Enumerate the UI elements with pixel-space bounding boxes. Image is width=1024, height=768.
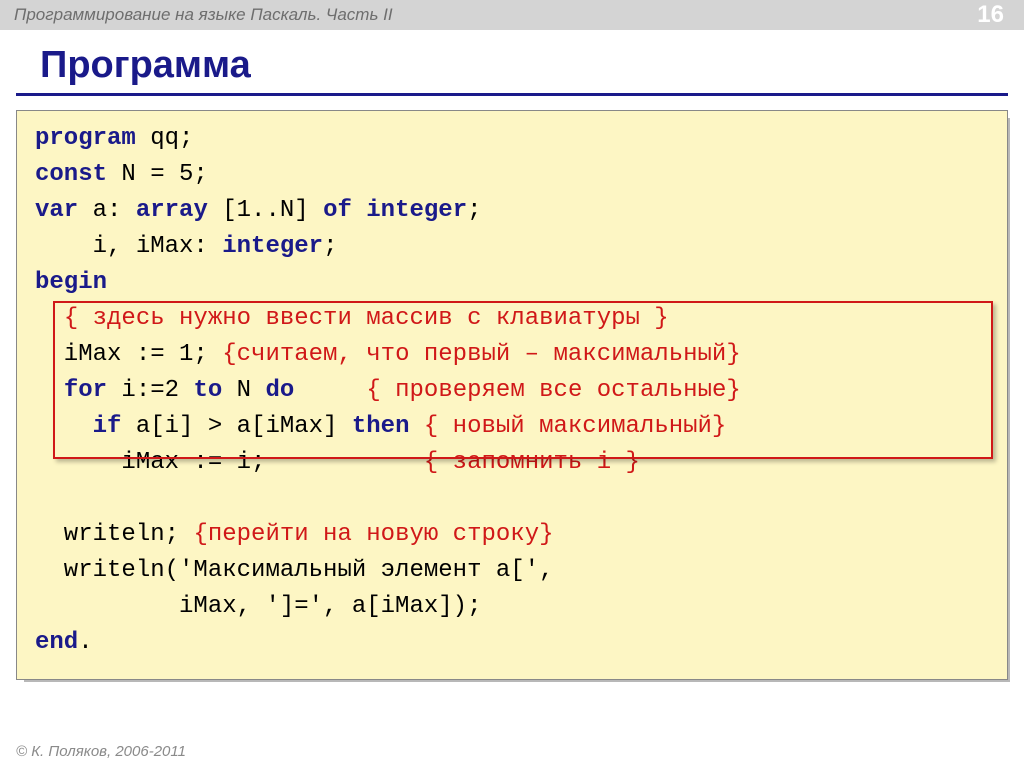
kw-of: of	[323, 197, 352, 224]
code-text: [1..N]	[208, 197, 323, 224]
kw-var: var	[35, 197, 78, 224]
comment: { проверяем все остальные}	[366, 377, 740, 404]
kw-if: if	[93, 413, 122, 440]
code-text	[35, 305, 64, 332]
code-content: program qq; const N = 5; var a: array [1…	[35, 121, 989, 661]
code-text: writeln('Максимальный элемент a[',	[35, 557, 553, 584]
code-text: qq;	[136, 125, 194, 152]
code-text: ;	[323, 233, 337, 260]
footer-copyright: © К. Поляков, 2006-2011	[16, 743, 186, 760]
kw-integer: integer	[366, 197, 467, 224]
kw-do: do	[265, 377, 294, 404]
comment: { здесь нужно ввести массив с клавиатуры…	[64, 305, 669, 332]
slide-title: Программа	[0, 30, 1024, 93]
code-text	[35, 377, 64, 404]
code-text: ;	[467, 197, 481, 224]
title-underline	[16, 93, 1008, 96]
code-text: i, iMax:	[35, 233, 222, 260]
comment: {перейти на новую строку}	[193, 521, 553, 548]
code-text: iMax := 1;	[35, 341, 222, 368]
kw-const: const	[35, 161, 107, 188]
comment: { запомнить i }	[424, 449, 640, 476]
kw-for: for	[64, 377, 107, 404]
code-box-wrap: program qq; const N = 5; var a: array [1…	[16, 110, 1008, 680]
kw-begin: begin	[35, 269, 107, 296]
slide: Программирование на языке Паскаль. Часть…	[0, 0, 1024, 768]
code-text	[352, 197, 366, 224]
kw-integer: integer	[222, 233, 323, 260]
code-text	[294, 377, 366, 404]
code-text: i:=2	[107, 377, 193, 404]
code-text	[35, 413, 93, 440]
code-text: iMax, ']=', a[iMax]);	[35, 593, 481, 620]
course-title: Программирование на языке Паскаль. Часть…	[14, 5, 393, 25]
code-text: .	[78, 629, 92, 656]
code-text: a[i] > a[iMax]	[121, 413, 351, 440]
kw-end: end	[35, 629, 78, 656]
comment: {считаем, что первый – максимальный}	[222, 341, 740, 368]
code-text: N = 5;	[107, 161, 208, 188]
page-number: 16	[977, 1, 1004, 29]
kw-to: to	[193, 377, 222, 404]
kw-array: array	[136, 197, 208, 224]
code-text	[409, 413, 423, 440]
comment: { новый максимальный}	[424, 413, 726, 440]
code-text: a:	[78, 197, 136, 224]
copyright-text: © К. Поляков, 2006-2011	[16, 743, 186, 760]
kw-then: then	[352, 413, 410, 440]
code-text: N	[222, 377, 265, 404]
code-box: program qq; const N = 5; var a: array [1…	[16, 110, 1008, 680]
kw-program: program	[35, 125, 136, 152]
code-text: iMax := i;	[35, 449, 424, 476]
code-text: writeln;	[35, 521, 193, 548]
top-bar: Программирование на языке Паскаль. Часть…	[0, 0, 1024, 30]
